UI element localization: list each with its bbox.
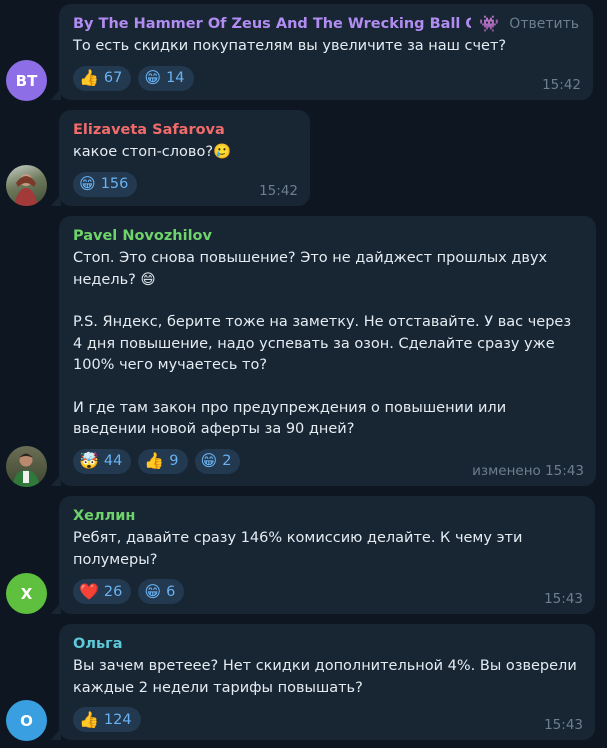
reaction-exploding-head[interactable]: 🤯 44 [73,448,132,474]
message-text: То есть скидки покупателям вы увеличите … [73,36,579,58]
message-header: Pavel Novozhilov [73,226,582,246]
message-header: Ольга [73,634,581,654]
message-paragraph: какое стоп-слово?🥲 [73,144,232,160]
message-bubble[interactable]: By The Hammer Of Zeus And The Wrecking B… [51,4,593,100]
message-header: By The Hammer Of Zeus And The Wrecking B… [73,14,579,34]
avatar[interactable] [6,446,47,487]
reaction-count: 67 [103,70,123,86]
user-photo-icon [12,453,40,487]
reply-button[interactable]: Ответить [509,16,579,32]
thumbs-up-icon: 👍 [79,709,99,729]
thumbs-up-icon: 👍 [144,451,165,470]
avatar[interactable]: О [6,700,47,741]
avatar-initials: О [20,711,33,730]
thumbs-up-icon: 👍 [79,68,99,87]
message-time: 15:42 [542,77,581,93]
monster-emoji-icon: 👾 [479,14,500,33]
reaction-grin[interactable]: 😁 6 [138,579,185,604]
author-name[interactable]: Elizaveta Safarova [73,122,225,138]
message-text: Вы зачем вретееe? Нет скидки дополнитель… [73,656,581,699]
reaction-count: 124 [103,711,132,728]
reaction-count: 156 [100,176,129,192]
avatar[interactable]: X [6,573,47,614]
reaction-count: 2 [222,453,232,469]
author-name[interactable]: Pavel Novozhilov [73,228,212,244]
reaction-heart[interactable]: ❤️ 26 [73,579,132,604]
grin-icon: 😁 [144,68,162,87]
reaction-thumbs-up[interactable]: 👍 67 [73,65,132,91]
reaction-count: 44 [103,453,123,469]
author-name[interactable]: Ольга [73,636,122,652]
message-bubble[interactable]: Pavel Novozhilov Стоп. Это снова повышен… [51,216,596,486]
message-paragraph: То есть скидки покупателям вы увеличите … [73,38,507,54]
reaction-grin[interactable]: 😁 14 [138,65,194,91]
avatar[interactable] [6,165,47,206]
message-time: 15:43 [544,591,583,607]
message-time: 15:42 [259,183,298,199]
message-paragraph: И где там закон про предупреждения о пов… [73,399,507,438]
message-header: Хеллин [73,506,581,526]
reaction-thumbs-up[interactable]: 👍 124 [73,707,141,732]
message-text: Ребят, давайте сразу 146% комиссию делай… [73,528,581,571]
grin-icon: 😁 [79,174,96,193]
reaction-grin[interactable]: 😁 2 [194,448,241,474]
message-paragraph: Ребят, давайте сразу 146% комиссию делай… [73,530,523,568]
message-text: какое стоп-слово?🥲 [73,142,296,164]
message-bubble[interactable]: Ольга Вы зачем вретееe? Нет скидки допол… [51,624,595,740]
reaction-count: 6 [166,583,176,600]
reactions-bar: 👍 124 [73,707,581,732]
message-time: изменено 15:43 [472,463,584,479]
author-name[interactable]: By The Hammer Of Zeus And The Wrecking B… [73,16,471,32]
grin-icon: 😁 [144,581,162,601]
message-bubble[interactable]: Хеллин Ребят, давайте сразу 146% комисси… [51,496,595,614]
message-paragraph: Вы зачем вретееe? Нет скидки дополнитель… [73,658,577,696]
reaction-count: 14 [166,70,185,86]
avatar[interactable]: BT [6,60,47,101]
message-paragraph: P.S. Яндекс, берите тоже на заметку. Не … [73,314,572,373]
avatar-initials: BT [15,71,38,90]
reaction-count: 9 [169,453,179,469]
reaction-grin[interactable]: 😁 156 [73,171,138,197]
reactions-bar: 👍 67 😁 14 [73,65,579,91]
heart-icon: ❤️ [79,581,99,601]
grin-icon: 😁 [200,451,218,470]
avatar-initials: X [20,584,33,603]
user-photo-icon [14,174,38,206]
reactions-bar: ❤️ 26 😁 6 [73,579,581,604]
message-header: Elizaveta Safarova [73,120,296,140]
chat-message-list: BT By The Hammer Of Zeus And The Wreckin… [0,0,607,748]
message-bubble[interactable]: Elizaveta Safarova какое стоп-слово?🥲 😁 … [51,110,310,206]
author-name[interactable]: Хеллин [73,508,135,524]
message-text: Стоп. Это снова повышение? Это не дайдже… [73,248,582,441]
message-time: 15:43 [544,717,583,733]
reaction-thumbs-up[interactable]: 👍 9 [138,448,188,474]
exploding-head-icon: 🤯 [79,451,99,470]
reaction-count: 26 [103,583,123,600]
message-paragraph: Стоп. Это снова повышение? Это не дайдже… [73,250,548,288]
